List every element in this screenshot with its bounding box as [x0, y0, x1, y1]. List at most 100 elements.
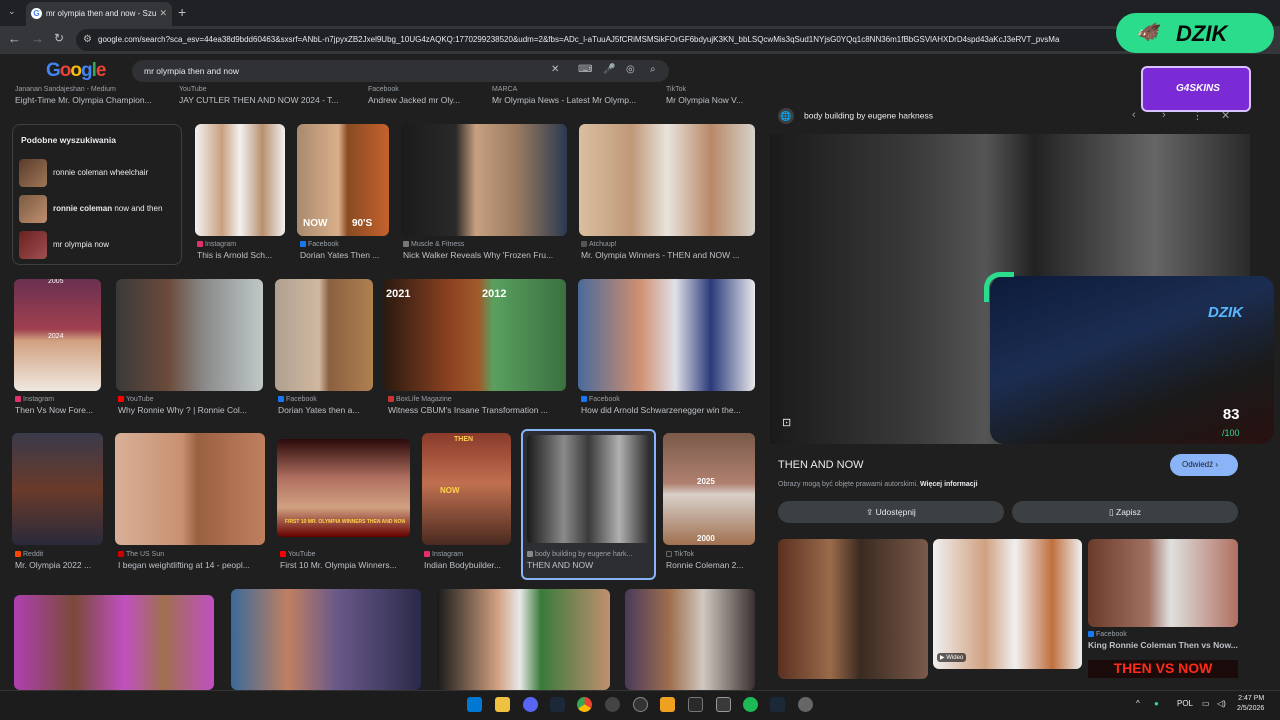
result-caption[interactable]: Atchuup! Mr. Olympia Winners - THEN and N… [581, 241, 757, 260]
image-result[interactable]: NOW 90'S [297, 124, 389, 236]
app-icon[interactable] [660, 697, 675, 712]
discord-icon[interactable] [523, 697, 538, 712]
clear-search-icon[interactable]: ✕ [551, 64, 559, 75]
related-thumb [19, 159, 47, 187]
result-caption[interactable]: Instagram Then Vs Now Fore... [15, 396, 102, 415]
tray-mic-icon[interactable]: ● [1154, 699, 1159, 708]
image-result[interactable]: THEN NOW [422, 433, 511, 545]
result-caption[interactable]: Reddit Mr. Olympia 2022 ... [15, 551, 103, 570]
network-icon[interactable]: ▭ [1202, 699, 1210, 708]
overlay-text: 90'S [352, 218, 373, 229]
result-caption[interactable]: Facebook Dorian Yates Then ... [300, 241, 392, 260]
search-icon[interactable]: ⌕ [650, 64, 656, 75]
result-title: Mr. Olympia 2022 ... [15, 560, 92, 570]
related-image[interactable]: ▶ Wideo [933, 539, 1082, 669]
overlay-text: 2005 [48, 279, 64, 285]
image-result[interactable] [195, 124, 285, 236]
related-item[interactable]: ronnie coleman wheelchair [17, 159, 179, 187]
result-caption[interactable]: TikTok Ronnie Coleman 2... [666, 551, 756, 570]
result-caption[interactable]: Jananan Sandajeshan - Medium Eight-Time … [15, 86, 165, 105]
share-button[interactable]: ⇪ Udostępnij [778, 501, 1004, 523]
image-result[interactable] [14, 595, 214, 690]
settings-icon[interactable] [798, 697, 813, 712]
browser-tab[interactable]: G mr olympia then and now - Szu ✕ [26, 2, 172, 26]
result-title: THEN AND NOW [527, 560, 594, 570]
image-result-selected[interactable]: body building by eugene hark... THEN AND … [521, 429, 656, 580]
result-caption[interactable]: YouTube JAY CUTLER THEN AND NOW 2024 - T… [179, 86, 354, 105]
forward-icon[interactable]: → [31, 31, 44, 46]
panel-site[interactable]: 🌐 body building by eugene harkness [778, 108, 933, 124]
new-tab-icon[interactable]: + [178, 4, 186, 20]
related-searches: Podobne wyszukiwania ronnie coleman whee… [12, 124, 182, 265]
overlay-text: 2012 [482, 288, 507, 300]
related-item[interactable]: mr olympia now [17, 231, 179, 259]
steam-icon[interactable] [770, 697, 785, 712]
result-caption[interactable]: Facebook Dorian Yates then a... [278, 396, 374, 415]
image-result[interactable] [625, 589, 755, 690]
image-result[interactable]: 2021 2012 [384, 279, 566, 391]
result-title: Dorian Yates then a... [278, 405, 360, 415]
save-button[interactable]: ▯ Zapisz [1012, 501, 1238, 523]
result-caption[interactable]: TikTok Mr Olympia Now V... [666, 86, 756, 105]
result-caption[interactable]: BoxLife Magazine Witness CBUM's Insane Tr… [388, 396, 566, 415]
keyboard-icon[interactable]: ⌨ [578, 64, 592, 75]
app-icon[interactable] [633, 697, 648, 712]
result-caption[interactable]: Facebook Andrew Jacked mr Oly... [368, 86, 473, 105]
tray-chevron-icon[interactable]: ^ [1136, 699, 1140, 708]
lens-search-icon[interactable]: ⊡ [782, 416, 791, 429]
related-image[interactable] [778, 539, 928, 679]
app-icon[interactable] [716, 697, 731, 712]
obs-icon[interactable] [605, 697, 620, 712]
close-tab-icon[interactable]: ✕ [159, 8, 167, 19]
image-result[interactable]: FIRST 10 MR. OLYMPIA WINNERS THEN AND NO… [277, 439, 410, 537]
result-caption[interactable]: YouTube Why Ronnie Why ? | Ronnie Col... [118, 396, 263, 415]
boar-icon: 🐗 [1136, 22, 1159, 42]
address-bar[interactable]: ⚙ google.com/search?sca_esv=44ea38d9bdd6… [76, 29, 1136, 51]
result-caption[interactable]: MARCA Mr Olympia News - Latest Mr Olymp.… [492, 86, 652, 105]
related-image[interactable] [1088, 539, 1238, 627]
language-indicator[interactable]: POL [1177, 699, 1193, 708]
image-result[interactable] [401, 124, 567, 236]
app-icon[interactable] [688, 697, 703, 712]
related-label: ronnie coleman wheelchair [53, 168, 149, 177]
facebook-icon [581, 396, 587, 403]
tab-bar: ⌄ G mr olympia then and now - Szu ✕ + [0, 0, 1280, 26]
image-result[interactable] [578, 279, 755, 391]
result-caption[interactable]: Instagram This is Arnold Sch... [197, 241, 285, 260]
youtube-icon [280, 551, 286, 558]
image-result[interactable]: 2005 2024 [14, 279, 101, 391]
site-info-icon[interactable]: ⚙ [83, 34, 92, 45]
related-item[interactable]: ronnie coleman now and then [17, 195, 179, 223]
result-caption[interactable]: YouTube First 10 Mr. Olympia Winners... [280, 551, 412, 570]
result-caption[interactable]: Instagram Indian Bodybuilder... [424, 551, 512, 570]
visit-button[interactable]: Odwiedź › [1170, 454, 1238, 476]
image-result[interactable] [579, 124, 755, 236]
image-result[interactable] [437, 589, 610, 690]
start-icon[interactable] [467, 697, 482, 712]
image-result[interactable] [275, 279, 373, 391]
image-result[interactable] [116, 279, 263, 391]
microphone-icon[interactable]: 🎤 [603, 64, 615, 75]
result-caption[interactable]: The US Sun I began weightlifting at 14 - … [118, 551, 266, 570]
image-result[interactable] [231, 589, 421, 690]
steam-icon[interactable] [550, 697, 565, 712]
result-caption[interactable]: Muscle & Fitness Nick Walker Reveals Why … [403, 241, 569, 260]
volume-icon[interactable]: ◁) [1217, 699, 1226, 708]
lens-icon[interactable]: ◎ [626, 64, 635, 75]
clock[interactable]: 2:47 PM 2/5/2026 [1237, 694, 1264, 714]
image-result[interactable]: 2025 2000 [663, 433, 755, 545]
tab-search-icon[interactable]: ⌄ [8, 6, 16, 17]
image-result[interactable] [12, 433, 103, 545]
result-caption[interactable]: Facebook King Ronnie Coleman Then vs Now.… [1088, 631, 1238, 650]
file-explorer-icon[interactable] [495, 697, 510, 712]
google-logo[interactable]: Google [46, 60, 106, 82]
spotify-icon[interactable] [743, 697, 758, 712]
image-result[interactable] [115, 433, 265, 545]
back-icon[interactable]: ← [8, 31, 21, 46]
chrome-icon[interactable] [577, 697, 592, 712]
more-info-link[interactable]: Więcej informacji [920, 481, 978, 488]
result-title: Why Ronnie Why ? | Ronnie Col... [118, 405, 247, 415]
prev-icon[interactable]: ‹ [1132, 109, 1136, 121]
result-caption[interactable]: Facebook How did Arnold Schwarzenegger wi… [581, 396, 757, 415]
reload-icon[interactable]: ↻ [54, 31, 64, 45]
